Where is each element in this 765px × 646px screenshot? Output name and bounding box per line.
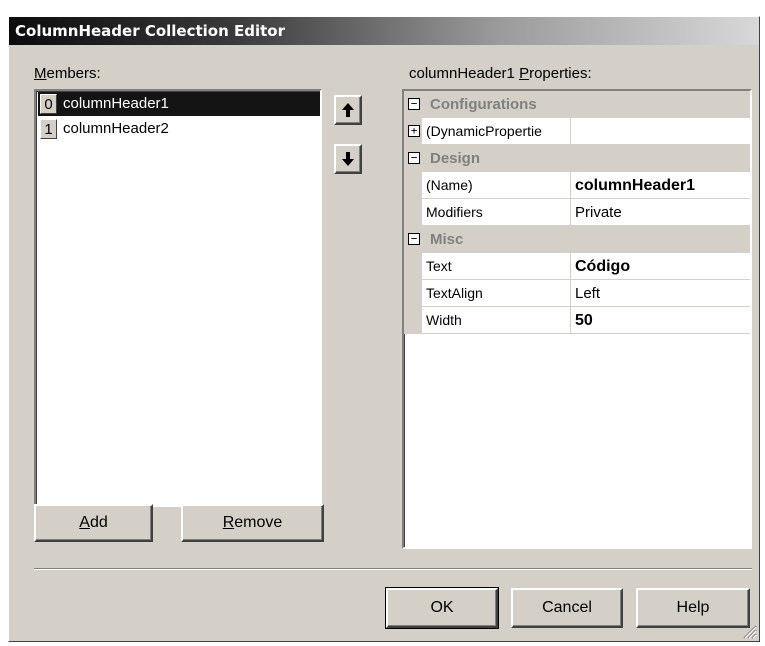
- member-name: columnHeader1: [63, 95, 169, 112]
- property-value[interactable]: Left: [570, 280, 750, 307]
- remove-button-label: Remove: [222, 514, 283, 531]
- arrow-down-icon: [342, 152, 354, 166]
- property-name: TextAlign: [426, 285, 483, 301]
- resize-grip-icon[interactable]: [741, 623, 757, 639]
- property-name: (DynamicPropertie: [426, 123, 542, 139]
- row-gutter: [404, 280, 422, 307]
- member-item-0[interactable]: 0 columnHeader1: [38, 92, 320, 116]
- property-value[interactable]: [570, 118, 750, 145]
- property-value[interactable]: 50: [570, 307, 750, 334]
- window-title: ColumnHeader Collection Editor: [15, 22, 285, 40]
- ok-button-label: OK: [430, 599, 454, 616]
- arrow-up-icon: [342, 103, 354, 117]
- row-gutter: [404, 199, 422, 226]
- category-label: Design: [430, 150, 481, 167]
- member-index: 0: [40, 94, 57, 114]
- plus-box-icon[interactable]: +: [408, 125, 420, 137]
- separator: [34, 568, 752, 570]
- category-design[interactable]: − Design: [404, 145, 750, 172]
- category-label: Misc: [430, 231, 464, 248]
- property-name: Text: [426, 258, 452, 274]
- move-down-button[interactable]: [334, 144, 362, 174]
- members-label: Members:: [34, 65, 101, 82]
- member-name: columnHeader2: [63, 120, 169, 137]
- member-item-1[interactable]: 1 columnHeader2: [38, 117, 320, 141]
- category-configurations[interactable]: − Configurations: [404, 91, 750, 118]
- move-up-button[interactable]: [334, 95, 362, 125]
- cancel-button-label: Cancel: [542, 599, 592, 616]
- property-name: Width: [426, 312, 462, 328]
- help-button-label: Help: [676, 599, 710, 616]
- property-name: Modifiers: [426, 204, 483, 220]
- property-value[interactable]: Private: [570, 199, 750, 226]
- property-row-dynamicproperties[interactable]: + (DynamicPropertie: [404, 118, 750, 145]
- collection-editor-dialog: ColumnHeader Collection Editor Members: …: [8, 16, 760, 642]
- category-label: Configurations: [430, 96, 537, 113]
- remove-button[interactable]: Remove: [181, 504, 324, 542]
- add-button-label: Add: [79, 514, 108, 531]
- minus-box-icon[interactable]: −: [408, 98, 420, 110]
- property-value[interactable]: columnHeader1: [570, 172, 750, 199]
- add-button[interactable]: Add: [34, 504, 153, 542]
- property-row-width[interactable]: Width 50: [404, 307, 750, 334]
- minus-box-icon[interactable]: −: [408, 152, 420, 164]
- ok-button[interactable]: OK: [385, 587, 499, 629]
- members-list[interactable]: 0 columnHeader1 1 columnHeader2: [34, 89, 322, 507]
- cancel-button[interactable]: Cancel: [511, 588, 623, 628]
- minus-box-icon[interactable]: −: [408, 233, 420, 245]
- property-name: (Name): [426, 177, 473, 193]
- property-row-textalign[interactable]: TextAlign Left: [404, 280, 750, 307]
- member-index: 1: [40, 119, 57, 139]
- property-value[interactable]: Código: [570, 253, 750, 280]
- property-row-name[interactable]: (Name) columnHeader1: [404, 172, 750, 199]
- title-bar[interactable]: ColumnHeader Collection Editor: [9, 17, 759, 45]
- row-gutter: [404, 253, 422, 280]
- category-misc[interactable]: − Misc: [404, 226, 750, 253]
- property-row-text[interactable]: Text Código: [404, 253, 750, 280]
- property-row-modifiers[interactable]: Modifiers Private: [404, 199, 750, 226]
- row-gutter: [404, 172, 422, 199]
- help-button[interactable]: Help: [636, 588, 750, 628]
- property-grid[interactable]: − Configurations + (DynamicPropertie − D…: [402, 89, 752, 549]
- row-gutter: [404, 307, 422, 334]
- properties-label: columnHeader1 Properties:: [409, 65, 592, 82]
